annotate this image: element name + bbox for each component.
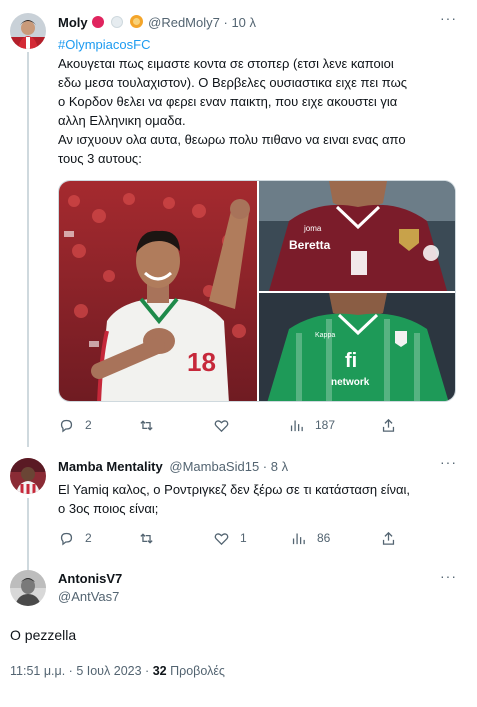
like-icon (214, 532, 229, 545)
tweet-moly[interactable]: Moly @RedMoly7 · 10 λ ··· #OlympiacosFC … (0, 0, 477, 447)
shirt-sponsor: network (331, 377, 370, 388)
separator: · (145, 664, 150, 678)
author-handle[interactable]: @AntVas7 (58, 588, 119, 606)
author-name[interactable]: Mamba Mentality (58, 459, 163, 474)
hashtag-link[interactable]: #OlympiacosFC (58, 35, 463, 54)
author-handle[interactable]: @MambaSid15 (169, 459, 259, 474)
thread-line (27, 498, 29, 571)
tweet-actions: 2 1 86 (58, 528, 463, 548)
tweet-date[interactable]: 5 Ιουλ 2023 (76, 664, 141, 678)
more-icon[interactable]: ··· (440, 454, 457, 470)
tweet-mamba[interactable]: Mamba Mentality @MambaSid15 · 8 λ ··· El… (0, 448, 477, 571)
thread-line (27, 52, 29, 447)
more-icon[interactable]: ··· (440, 568, 457, 584)
share-icon (382, 531, 395, 545)
tweet-antonis[interactable]: AntonisV7 @AntVas7 ··· Ο pezzella 11:51 … (0, 566, 477, 707)
like-button[interactable]: 1 (213, 528, 247, 548)
avatar[interactable] (10, 13, 46, 49)
reply-icon (60, 532, 73, 545)
shirt-brand: joma (303, 224, 322, 233)
reply-count: 2 (85, 531, 92, 545)
views-count: 32 (152, 664, 167, 678)
separator: · (262, 459, 271, 474)
avatar[interactable] (10, 570, 46, 606)
text-line: ο 3ος ποιος είναι; (58, 501, 159, 516)
text-line: Ακουγεται πως ειμαστε κοντα σε στοπερ (ε… (58, 56, 394, 71)
tweet-text: #OlympiacosFC Ακουγεται πως ειμαστε κοντ… (58, 35, 463, 168)
tweet-meta: 11:51 μ.μ. · 5 Ιουλ 2023 · 32 Προβολές (10, 664, 225, 678)
player-photo-top-right[interactable]: Beretta joma (259, 181, 455, 291)
lion-emoji-icon (129, 15, 143, 28)
views-count: 86 (317, 531, 331, 545)
share-icon (382, 418, 395, 432)
tweet-text: El Yamiq καλος, ο Ροντριγκεζ δεν ξέρω σε… (58, 480, 468, 518)
share-button[interactable] (380, 528, 397, 548)
text-line: αλλη Ελληνικη ομαδα. (58, 113, 186, 128)
reply-count: 2 (85, 418, 92, 432)
views-icon (292, 533, 305, 544)
reply-button[interactable]: 2 (58, 528, 92, 548)
views-button[interactable]: 86 (290, 528, 330, 548)
tweet-header: Mamba Mentality @MambaSid15 · 8 λ (58, 458, 288, 476)
reply-button[interactable]: 2 (58, 415, 92, 435)
views-count: 187 (315, 418, 336, 432)
retweet-button[interactable] (138, 528, 165, 548)
views-button[interactable]: 187 (288, 415, 335, 435)
shirt-brand: Kappa (315, 332, 335, 339)
reply-icon (60, 419, 73, 432)
white-circle-emoji-icon (110, 16, 123, 28)
media-grid[interactable]: 18 Beretta joma fi network Kappa (58, 180, 456, 402)
tweet-time[interactable]: 11:51 μ.μ. (10, 664, 65, 678)
like-count: 1 (240, 531, 247, 545)
tweet-time[interactable]: 8 λ (271, 459, 288, 474)
author-name[interactable]: AntonisV7 (58, 571, 122, 586)
share-button[interactable] (380, 415, 397, 435)
separator: · (68, 664, 73, 678)
retweet-button[interactable] (138, 415, 165, 435)
text-line: El Yamiq καλος, ο Ροντριγκεζ δεν ξέρω σε… (58, 482, 410, 497)
retweet-icon (140, 419, 153, 431)
tweet-header: Moly @RedMoly7 · 10 λ (58, 14, 256, 32)
author-handle[interactable]: @RedMoly7 (148, 15, 220, 30)
like-button[interactable] (213, 415, 240, 435)
shirt-logo: fi (345, 350, 357, 372)
tweet-header: AntonisV7 (58, 570, 122, 588)
views-label: Προβολές (170, 664, 225, 678)
player-photo-bottom-right[interactable]: fi network Kappa (259, 293, 455, 401)
tweet-text: Ο pezzella (10, 627, 77, 643)
text-line: τους 3 αυτους: (58, 151, 142, 166)
tweet-actions: 2 187 (58, 415, 463, 435)
views-icon (290, 420, 303, 431)
text-line: Αν ισχυουν ολα αυτα, θεωρω πολυ πιθανο ν… (58, 132, 406, 147)
player-photo-left[interactable]: 18 (59, 181, 257, 401)
avatar[interactable] (10, 458, 46, 494)
shirt-sponsor: Beretta (289, 238, 331, 252)
text-line: εδω μεσα τουλαχιστον). Ο Βερβελες ουσιασ… (58, 75, 408, 90)
text-line: ο Κορδον θελει να φερει εναν παικτη, που… (58, 94, 398, 109)
tweet-time[interactable]: 10 λ (231, 15, 256, 30)
author-name[interactable]: Moly (58, 15, 88, 30)
shirt-number: 18 (187, 347, 216, 377)
more-icon[interactable]: ··· (440, 10, 457, 26)
like-icon (214, 419, 229, 432)
retweet-icon (140, 532, 153, 544)
red-circle-emoji-icon (92, 16, 105, 28)
